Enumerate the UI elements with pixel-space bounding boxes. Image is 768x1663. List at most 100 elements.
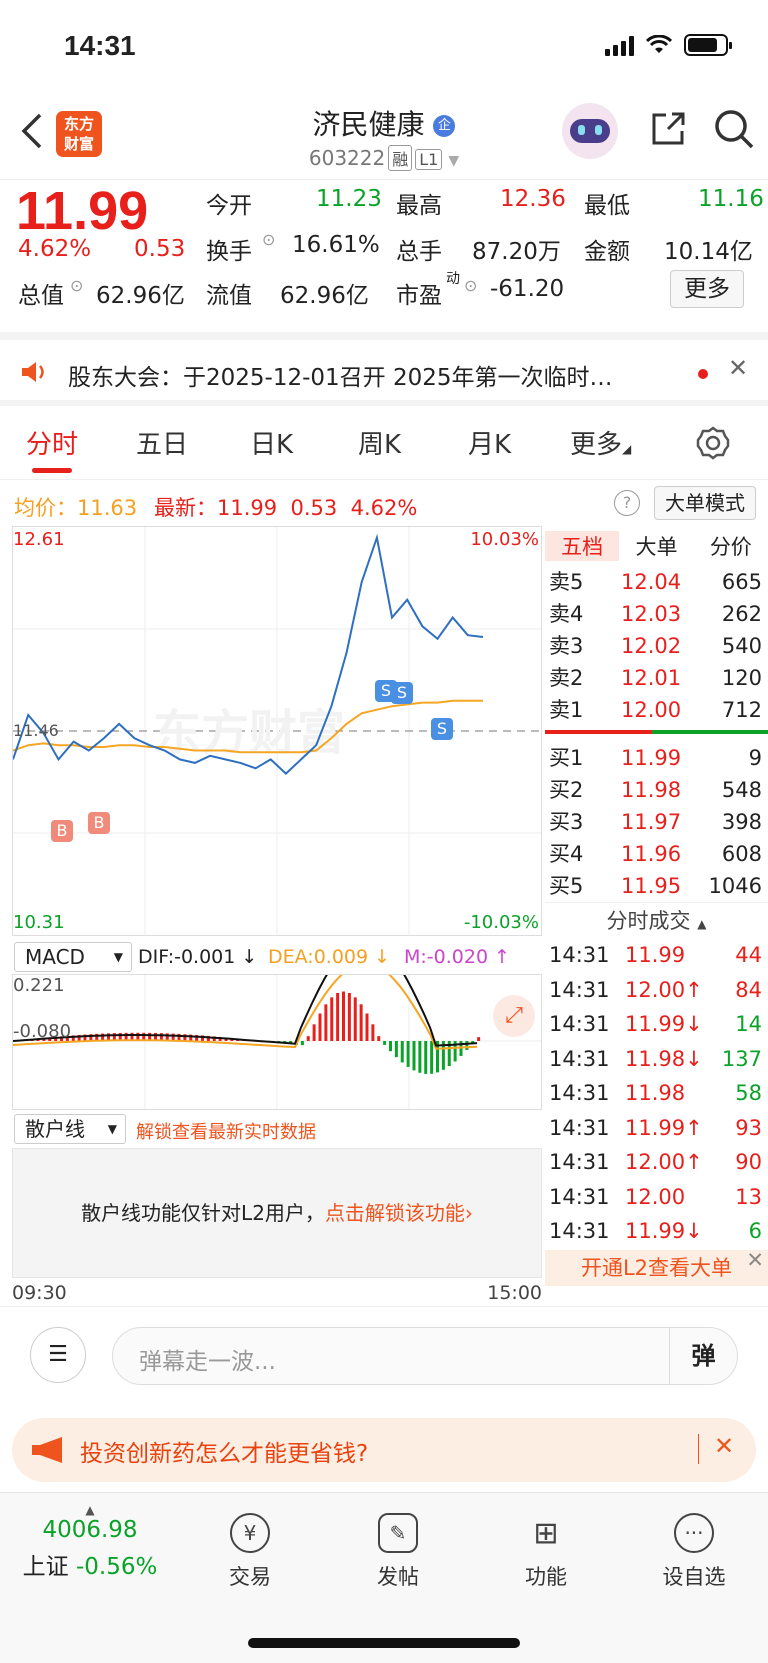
sell-marker[interactable]: S [391, 682, 413, 704]
tick-row: 14:31 12.00 13 [545, 1180, 768, 1215]
tab-intraday[interactable]: 分时 [26, 424, 78, 461]
big-order-mode-button[interactable]: 大单模式 [654, 486, 756, 520]
speaker-icon [22, 362, 44, 382]
tick-time: 14:31 [549, 1046, 610, 1071]
ask-row[interactable]: 卖1 12.00 712 [545, 694, 768, 726]
gear-icon[interactable] [696, 426, 730, 460]
level-volume: 9 [748, 746, 762, 770]
level-price: 12.03 [621, 602, 682, 626]
tick-volume: 58 [735, 1081, 762, 1105]
sell-marker[interactable]: S [431, 718, 453, 740]
search-icon[interactable] [712, 107, 756, 151]
index-value: 4006.98 [42, 1517, 138, 1543]
macd-bar [300, 1041, 304, 1046]
info-icon[interactable]: ⊙ [262, 230, 275, 249]
indicator-select[interactable]: MACD ▼ [14, 942, 132, 972]
tick-volume: 90 [735, 1150, 762, 1174]
ask-row[interactable]: 卖3 12.02 540 [545, 630, 768, 662]
signal-icon [605, 34, 634, 56]
tick-row: 14:31 11.99↓ 6 [545, 1214, 768, 1249]
close-icon[interactable]: ✕ [746, 1242, 764, 1278]
chevron-down-icon[interactable]: ▼ [448, 153, 459, 169]
nav-post[interactable]: ✎ 发帖 [338, 1513, 458, 1591]
last-price: 11.99 [16, 181, 149, 241]
expand-icon[interactable]: ⤢ [493, 995, 535, 1037]
index-pct: -0.56% [75, 1554, 158, 1580]
macd-header: MACD ▼ DIF:-0.001 ↓ DEA:0.009 ↓ M:-0.020 … [12, 940, 542, 974]
bid-row[interactable]: 买4 11.96 608 [545, 838, 768, 870]
level-label: 买5 [549, 874, 584, 898]
macd-bar [377, 1036, 381, 1041]
close-icon[interactable]: ✕ [728, 354, 748, 382]
stock-code: 603222 [308, 146, 386, 170]
danmu-list-icon[interactable]: ☰ [30, 1327, 86, 1383]
intraday-chart-svg: 东方财富 [12, 527, 541, 935]
tab-monthly-k[interactable]: 月K [468, 424, 511, 461]
ad-banner[interactable]: 投资创新药怎么才能更省钱? ✕ [12, 1418, 756, 1482]
level-volume: 540 [721, 634, 762, 658]
turnover-value: 16.61% [292, 232, 380, 258]
tick-price: 11.99↓ [625, 1219, 703, 1243]
buy-marker[interactable]: B [51, 820, 73, 842]
more-dots-icon: ··· [674, 1513, 714, 1553]
tab-big-orders[interactable]: 大单 [619, 531, 693, 561]
nav-functions[interactable]: ⊞ 功能 [486, 1513, 606, 1591]
stock-name: 济民健康 [312, 108, 425, 141]
info-icon[interactable]: ⊙ [70, 276, 83, 295]
bid-row[interactable]: 买5 11.95 1046 [545, 870, 768, 902]
tab-five-levels[interactable]: 五档 [545, 531, 620, 561]
level-price: 11.96 [621, 842, 682, 866]
tick-price: 12.00 [625, 1184, 686, 1209]
mcap-value: 62.96亿 [96, 283, 185, 309]
retail-line-select[interactable]: 散户线 ▼ [14, 1114, 126, 1144]
index-name: 上证 [22, 1554, 69, 1580]
latest-label: 最新： [154, 496, 217, 520]
danmu-input[interactable]: 弹幕走一波... 弹 [112, 1327, 738, 1385]
ask-row[interactable]: 卖5 12.04 665 [545, 566, 768, 598]
axis-end: 15:00 [487, 1282, 542, 1304]
tick-volume: 84 [735, 977, 762, 1002]
tab-daily-k[interactable]: 日K [250, 424, 293, 461]
low-value: 11.16 [698, 186, 764, 212]
nav-trade[interactable]: ¥ 交易 [190, 1513, 310, 1591]
ticks-header[interactable]: 分时成交 ▲ [545, 902, 768, 938]
help-icon[interactable]: ? [614, 490, 640, 516]
level-volume: 398 [721, 810, 762, 834]
latest-change: 0.53 [290, 496, 338, 520]
close-icon[interactable]: ✕ [714, 1432, 734, 1460]
macd-bar [412, 1041, 416, 1071]
level-label: 卖5 [549, 570, 584, 594]
level-price: 11.95 [621, 874, 682, 898]
ask-row[interactable]: 卖2 12.01 120 [545, 662, 768, 694]
nav-add-watchlist[interactable]: ··· 设自选 [634, 1513, 754, 1591]
tab-more[interactable]: 更多◢ [570, 424, 631, 461]
tab-five-day[interactable]: 五日 [136, 424, 188, 461]
intraday-chart[interactable]: 东方财富 12.61 10.31 10.03% -10.03% 11.46 B … [12, 526, 542, 936]
bid-row[interactable]: 买3 11.97 398 [545, 806, 768, 838]
wifi-icon [646, 35, 672, 53]
ask-row[interactable]: 卖4 12.03 262 [545, 598, 768, 630]
tick-time: 14:31 [549, 1150, 610, 1174]
info-icon[interactable]: ⊙ [464, 276, 477, 295]
yen-icon: ¥ [230, 1513, 270, 1553]
unlock-link[interactable]: 解锁查看最新实时数据 [136, 1118, 316, 1144]
retail-line-header: 散户线 ▼ 解锁查看最新实时数据 [12, 1112, 542, 1148]
level-price: 11.99 [621, 746, 682, 770]
macd-bar [347, 992, 351, 1041]
robot-assistant-icon[interactable] [562, 103, 618, 159]
notice-bar[interactable]: 股东大会：于2025-12-01召开 2025年第一次临时… ✕ [0, 340, 768, 406]
tab-indicator [32, 468, 72, 473]
l2-banner[interactable]: 开通L2查看大单 ✕ [545, 1248, 768, 1286]
macd-bar [430, 1041, 434, 1074]
tab-price-volume[interactable]: 分价 [694, 531, 768, 561]
danmu-toggle-button[interactable]: 弹 [669, 1328, 737, 1384]
more-button[interactable]: 更多 [670, 270, 744, 308]
bid-row[interactable]: 买2 11.98 548 [545, 774, 768, 806]
share-icon[interactable] [648, 109, 688, 149]
buy-marker[interactable]: B [88, 812, 110, 834]
macd-bar [371, 1024, 375, 1041]
index-widget[interactable]: ▲ 4006.98 上证 -0.56% [20, 1503, 160, 1581]
bid-row[interactable]: 买1 11.99 9 [545, 742, 768, 774]
tab-weekly-k[interactable]: 周K [358, 424, 401, 461]
unlock-cta[interactable]: 点击解锁该功能› [325, 1201, 473, 1225]
